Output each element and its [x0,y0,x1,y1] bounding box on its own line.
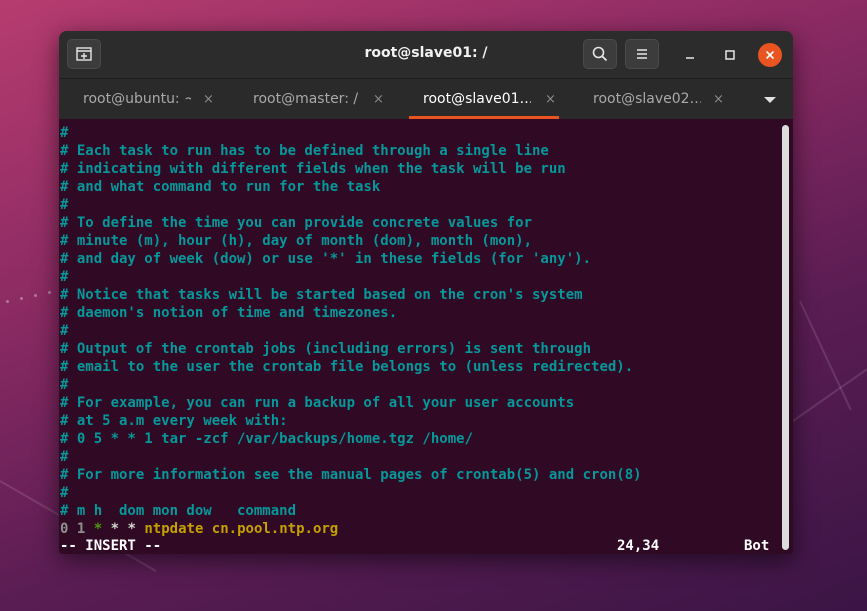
tab-root-slave01[interactable]: root@slave01… × [399,79,569,119]
tab-label: root@ubuntu: ~ [83,91,191,107]
comment-line: # Output of the crontab jobs (including … [60,341,592,357]
comment-line: # 0 5 * * 1 tar -zcf /var/backups/home.t… [60,431,474,447]
comment-line: # indicating with different fields when … [60,161,566,177]
minimize-button[interactable] [678,43,702,67]
comment-line: # [60,323,69,339]
minimize-icon [686,57,694,59]
comment-line: # daemon's notion of time and timezones. [60,305,398,321]
comment-line: # [60,449,69,465]
comment-line: # [60,485,69,501]
cron-dom: * [93,521,103,537]
comment-line: # at 5 a.m every week with: [60,413,288,429]
mode-indicator: -- INSERT -- [60,538,162,554]
comment-line: # Each task to run has to be defined thr… [60,143,549,159]
tab-close-icon[interactable]: × [203,92,214,107]
tab-label: root@slave01… [423,91,531,107]
tab-bar: root@ubuntu: ~ × root@master: / × root@s… [59,79,793,119]
menu-button[interactable] [625,39,659,69]
title-bar: root@slave01: / [59,31,793,79]
maximize-button[interactable] [718,43,742,67]
tab-close-icon[interactable]: × [713,92,724,107]
tabs-dropdown-icon[interactable] [764,97,776,103]
comment-line: # [60,269,69,285]
tab-root-ubuntu[interactable]: root@ubuntu: ~ × [59,79,229,119]
tab-label: root@slave02… [593,91,701,107]
tab-close-icon[interactable]: × [545,92,556,107]
comment-line: # email to the user the crontab file bel… [60,359,634,375]
editor-buffer: # # Each task to run has to be defined t… [60,124,642,538]
cron-hour: 1 [76,521,86,537]
tab-label: root@master: / [253,91,359,107]
wallpaper-line [792,368,867,422]
close-button[interactable] [758,43,782,67]
comment-line: # m h dom mon dow command [60,503,297,519]
comment-line: # For example, you can run a backup of a… [60,395,575,411]
cursor-position: 24,34 [617,538,660,554]
comment-line: # [60,125,69,141]
comment-line: # minute (m), hour (h), day of month (do… [60,233,533,249]
comment-line: # To define the time you can provide con… [60,215,533,231]
wallpaper-dot [6,300,9,303]
search-icon [592,46,608,62]
maximize-icon [725,50,735,60]
terminal-scrollbar[interactable] [782,125,789,550]
comment-line: # and what command to run for the task [60,179,381,195]
terminal-area[interactable]: # # Each task to run has to be defined t… [59,119,793,554]
search-button[interactable] [583,39,617,69]
tab-root-master[interactable]: root@master: / × [229,79,399,119]
vim-status-line: -- INSERT -- 24,34 Bot [60,537,775,554]
wallpaper-dot [34,294,37,297]
close-icon [765,50,775,60]
wallpaper-line [799,300,852,411]
comment-line: # [60,377,69,393]
tab-close-icon[interactable]: × [373,92,384,107]
comment-line: # For more information see the manual pa… [60,467,642,483]
cron-dow: * [127,521,136,537]
wallpaper-dot [48,291,51,294]
scroll-position: Bot [744,538,770,554]
cron-minute: 0 [60,521,69,537]
terminal-window: root@slave01: / root@ubuntu: ~ × root@ma… [59,31,793,554]
tab-root-slave02[interactable]: root@slave02… × [569,79,739,119]
hamburger-icon [637,49,647,59]
cron-command: ntpdate cn.pool.ntp.org [144,521,339,537]
wallpaper-dot [20,297,23,300]
comment-line: # and day of week (dow) or use '*' in th… [60,251,592,267]
cron-mon: * [110,521,120,537]
comment-line: # Notice that tasks will be started base… [60,287,583,303]
comment-line: # [60,197,69,213]
cron-entry-line: 0 1 * * * ntpdate cn.pool.ntp.org [60,520,642,538]
